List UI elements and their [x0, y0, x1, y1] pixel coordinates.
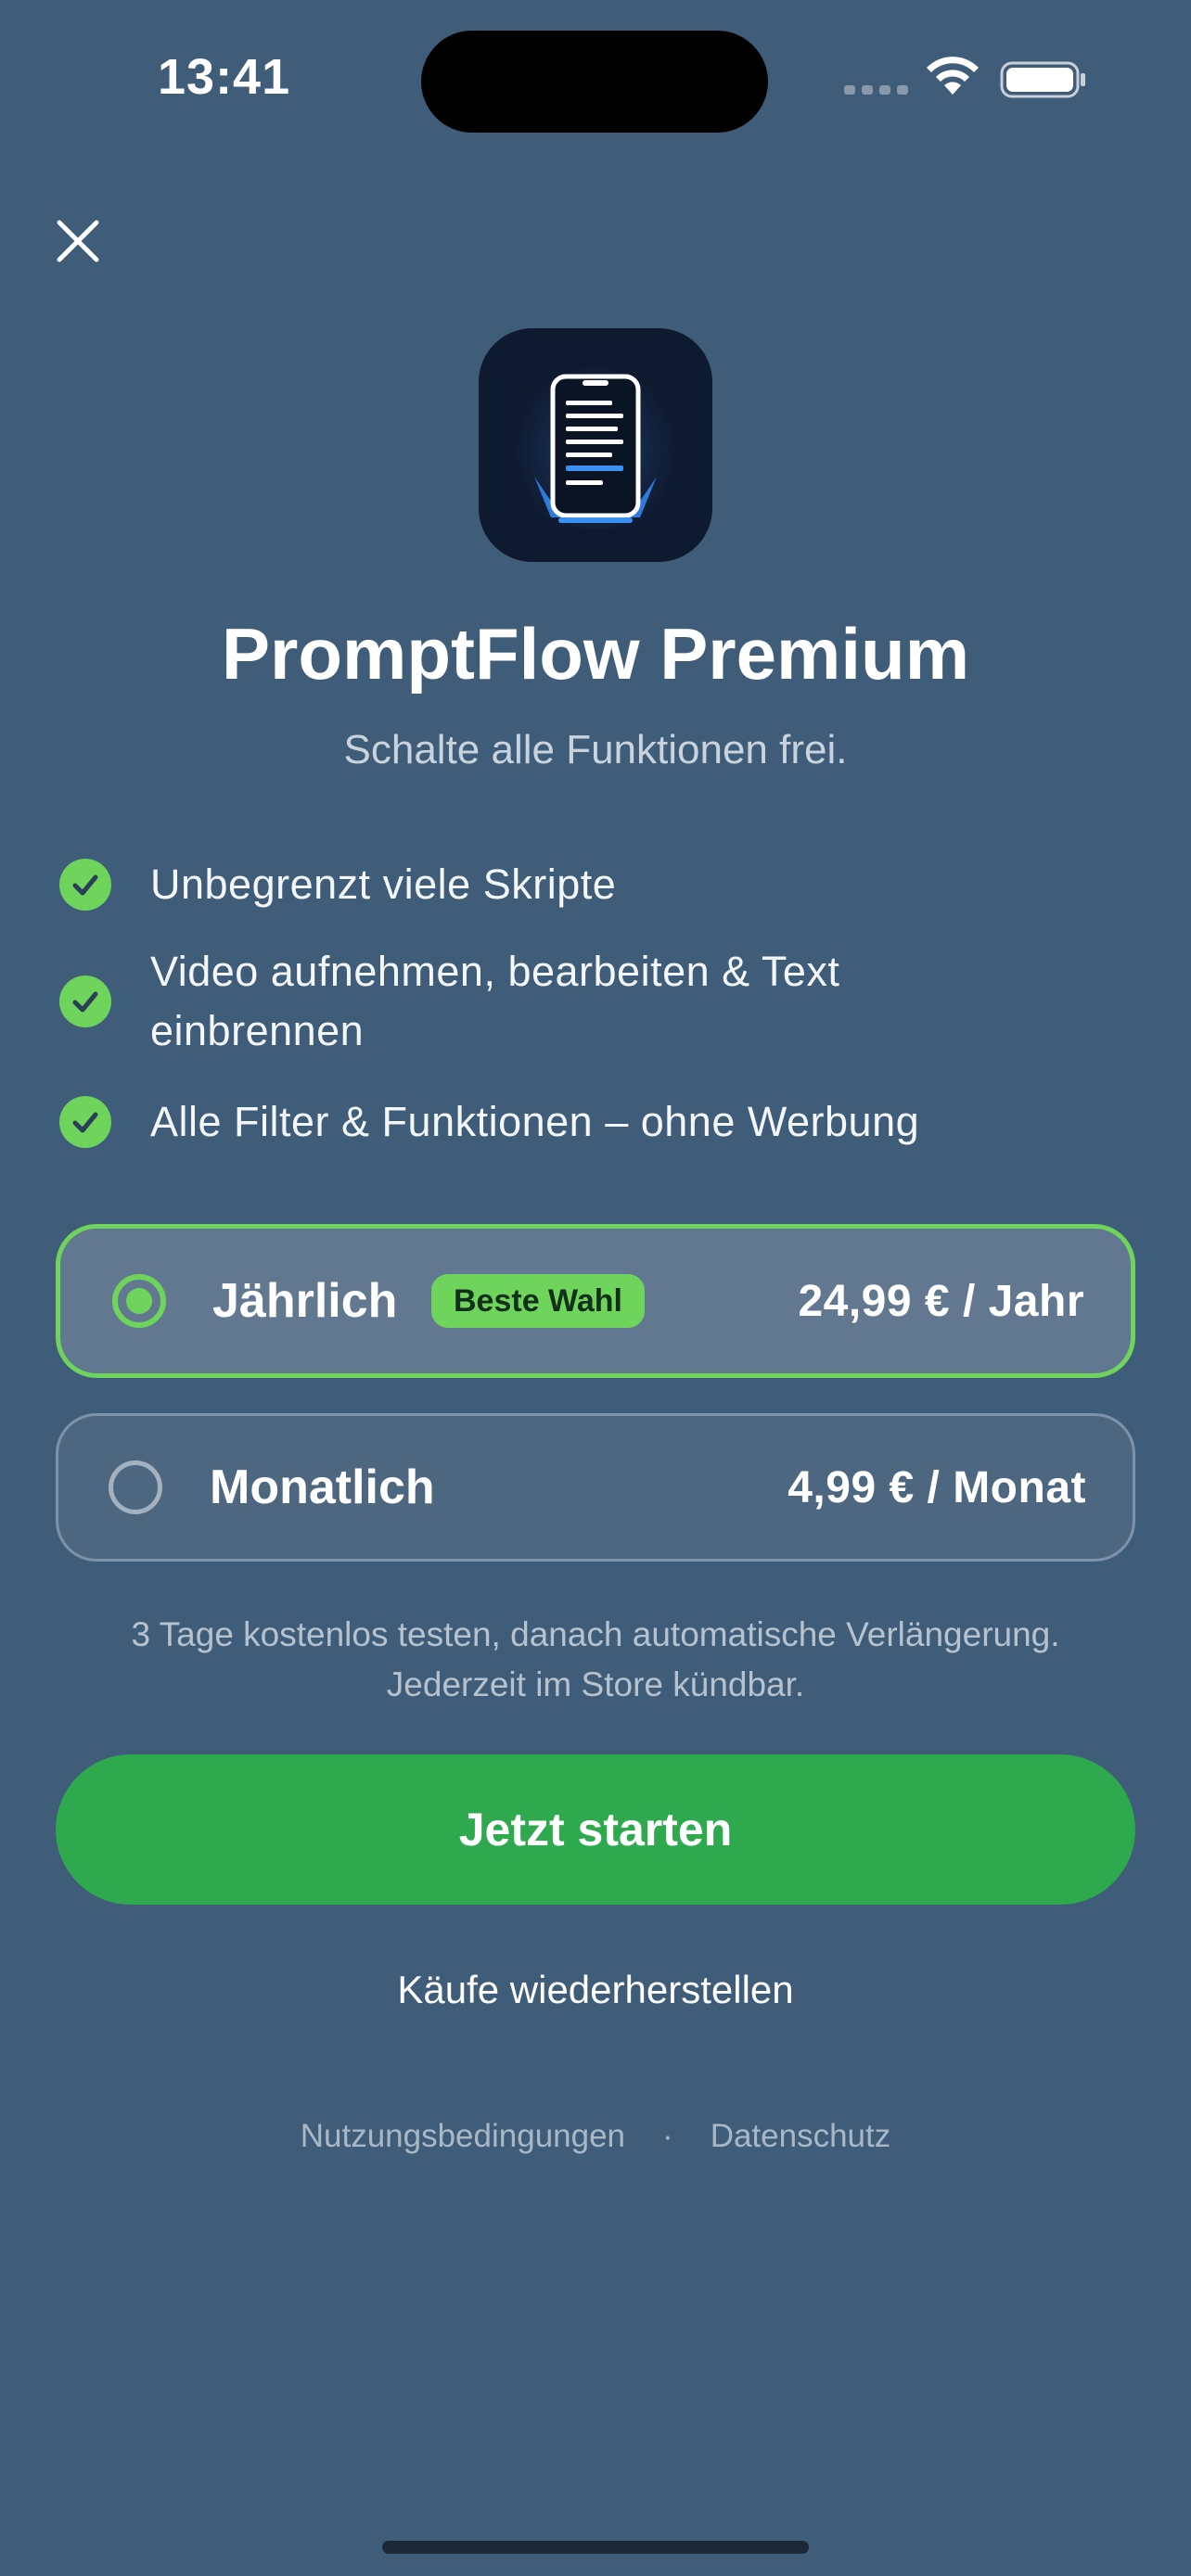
best-choice-badge: Beste Wahl: [431, 1274, 646, 1328]
feature-item: Video aufnehmen, bearbeiten & Text einbr…: [59, 942, 839, 1061]
dynamic-island: [421, 31, 768, 133]
checkmark-icon: [59, 1096, 111, 1148]
wifi-icon: [927, 57, 979, 95]
checkmark-icon: [59, 976, 111, 1027]
plan-price-yearly: 24,99 € / Jahr: [798, 1276, 1084, 1326]
plan-label-monthly: Monatlich: [210, 1460, 435, 1514]
start-button[interactable]: Jetzt starten: [56, 1754, 1135, 1905]
feature-text-line2: einbrennen: [150, 1007, 365, 1054]
restore-purchases-link[interactable]: Käufe wiederherstellen: [0, 1968, 1191, 2012]
feature-text: Alle Filter & Funktionen – ohne Werbung: [150, 1098, 920, 1145]
terms-link[interactable]: Nutzungsbedingungen: [301, 2118, 625, 2155]
battery-icon: [1000, 61, 1085, 98]
plan-price-monthly: 4,99 € / Monat: [788, 1462, 1086, 1512]
feature-text: Unbegrenzt viele Skripte: [150, 861, 617, 908]
plan-option-monthly[interactable]: Monatlich 4,99 € / Monat: [56, 1413, 1135, 1562]
plan-option-yearly[interactable]: Jährlich Beste Wahl 24,99 € / Jahr: [56, 1224, 1135, 1378]
plan-label-yearly: Jährlich: [212, 1274, 398, 1328]
feature-text-line1: Video aufnehmen, bearbeiten & Text: [150, 948, 840, 995]
status-time: 13:41: [158, 49, 291, 105]
feature-item: Unbegrenzt viele Skripte: [59, 855, 616, 914]
app-icon: [479, 328, 712, 562]
cellular-signal-icon: [844, 85, 908, 95]
page-title: PromptFlow Premium: [221, 613, 970, 695]
close-icon[interactable]: [52, 215, 104, 267]
paywall-screen: 13:41 PromptFlow Premium Schalte alle Fu…: [0, 0, 1191, 2576]
home-indicator[interactable]: [382, 2541, 809, 2554]
feature-text: Video aufnehmen, bearbeiten & Text einbr…: [150, 942, 839, 1061]
privacy-link[interactable]: Datenschutz: [711, 2118, 891, 2155]
trial-note-line1: 3 Tage kostenlos testen, danach automati…: [131, 1615, 1060, 1653]
feature-item: Alle Filter & Funktionen – ohne Werbung: [59, 1092, 919, 1152]
trial-note: 3 Tage kostenlos testen, danach automati…: [0, 1610, 1191, 1710]
legal-separator: ·: [662, 2118, 673, 2154]
trial-note-line2: Jederzeit im Store kündbar.: [386, 1665, 805, 1703]
legal-links: Nutzungsbedingungen · Datenschutz: [0, 2118, 1191, 2155]
checkmark-icon: [59, 859, 111, 911]
radio-selected-icon[interactable]: [112, 1274, 166, 1328]
page-subtitle: Schalte alle Funktionen frei.: [343, 727, 848, 772]
radio-unselected-icon[interactable]: [109, 1460, 162, 1514]
